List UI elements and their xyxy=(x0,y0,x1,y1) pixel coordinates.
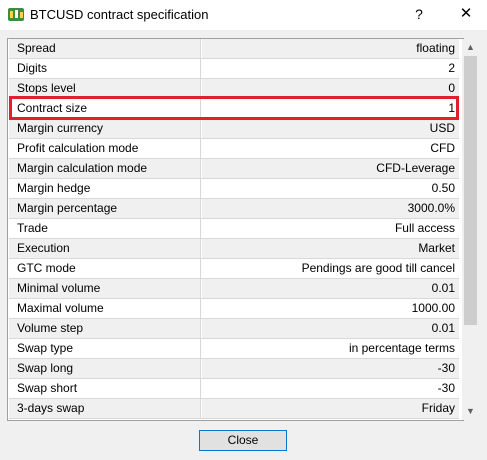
row-label: Margin calculation mode xyxy=(9,159,201,178)
table-row[interactable]: Margin percentage 3000.0% xyxy=(9,199,459,219)
row-label: Spread xyxy=(9,39,201,58)
vertical-scrollbar[interactable]: ▲ ▼ xyxy=(462,39,479,420)
row-label: Volume step xyxy=(9,319,201,338)
scroll-up-icon[interactable]: ▲ xyxy=(462,39,479,56)
row-label: Contract size xyxy=(9,99,201,118)
table-row[interactable]: Swap long -30 xyxy=(9,359,459,379)
help-button[interactable]: ? xyxy=(409,4,429,24)
row-value: 0.01 xyxy=(202,279,459,298)
table-row[interactable]: Maximal volume 1000.00 xyxy=(9,299,459,319)
row-value: floating xyxy=(202,39,459,58)
title-bar: BTCUSD contract specification ? ✕ xyxy=(0,0,487,30)
row-value: 0.50 xyxy=(202,179,459,198)
row-label: Trade xyxy=(9,219,201,238)
row-label: Swap short xyxy=(9,379,201,398)
app-icon xyxy=(8,8,24,21)
table-row[interactable]: Margin hedge 0.50 xyxy=(9,179,459,199)
row-value: 1 xyxy=(202,99,459,118)
row-label: Minimal volume xyxy=(9,279,201,298)
row-value: CFD xyxy=(202,139,459,158)
close-button[interactable]: Close xyxy=(199,430,287,451)
row-value: 3000.0% xyxy=(202,199,459,218)
row-label: Stops level xyxy=(9,79,201,98)
close-icon[interactable]: ✕ xyxy=(456,4,476,24)
row-value: USD xyxy=(202,119,459,138)
row-label: GTC mode xyxy=(9,259,201,278)
table-row[interactable]: Digits 2 xyxy=(9,59,459,79)
row-value: 0 xyxy=(202,79,459,98)
row-value: 2 xyxy=(202,59,459,78)
row-value: in percentage terms xyxy=(202,339,459,358)
row-label: Profit calculation mode xyxy=(9,139,201,158)
row-label: Digits xyxy=(9,59,201,78)
table-row[interactable]: Execution Market xyxy=(9,239,459,259)
row-label: Swap long xyxy=(9,359,201,378)
row-value: Friday xyxy=(202,399,459,418)
table-row[interactable]: 3-days swap Friday xyxy=(9,399,459,419)
table-row[interactable]: Trade Full access xyxy=(9,219,459,239)
table-row[interactable]: Spread floating xyxy=(9,39,459,59)
row-value: CFD-Leverage xyxy=(202,159,459,178)
table-row[interactable]: Swap type in percentage terms xyxy=(9,339,459,359)
table-row[interactable]: GTC mode Pendings are good till cancel xyxy=(9,259,459,279)
table-row[interactable]: Minimal volume 0.01 xyxy=(9,279,459,299)
row-value: -30 xyxy=(202,359,459,378)
table-row[interactable]: Swap short -30 xyxy=(9,379,459,399)
row-value: 1000.00 xyxy=(202,299,459,318)
table-row[interactable]: Volume step 0.01 xyxy=(9,319,459,339)
row-value: -30 xyxy=(202,379,459,398)
scroll-down-icon[interactable]: ▼ xyxy=(462,403,479,420)
table-row[interactable]: Contract size 1 xyxy=(9,99,459,119)
row-label: Maximal volume xyxy=(9,299,201,318)
row-value: Market xyxy=(202,239,459,258)
row-label: Margin currency xyxy=(9,119,201,138)
row-value: 0.01 xyxy=(202,319,459,338)
row-value: Full access xyxy=(202,219,459,238)
row-label: 3-days swap xyxy=(9,399,201,418)
row-label: Margin hedge xyxy=(9,179,201,198)
table-row[interactable]: Profit calculation mode CFD xyxy=(9,139,459,159)
table-row[interactable]: Margin currency USD xyxy=(9,119,459,139)
table-row[interactable]: Stops level 0 xyxy=(9,79,459,99)
table-row[interactable]: Margin calculation mode CFD-Leverage xyxy=(9,159,459,179)
row-label: Execution xyxy=(9,239,201,258)
row-label: Margin percentage xyxy=(9,199,201,218)
scroll-thumb[interactable] xyxy=(464,56,477,325)
row-value: Pendings are good till cancel xyxy=(202,259,459,278)
window-title: BTCUSD contract specification xyxy=(30,7,209,22)
specification-table: Spread floating Digits 2 Stops level 0 Cont… xyxy=(7,38,464,421)
row-label: Swap type xyxy=(9,339,201,358)
